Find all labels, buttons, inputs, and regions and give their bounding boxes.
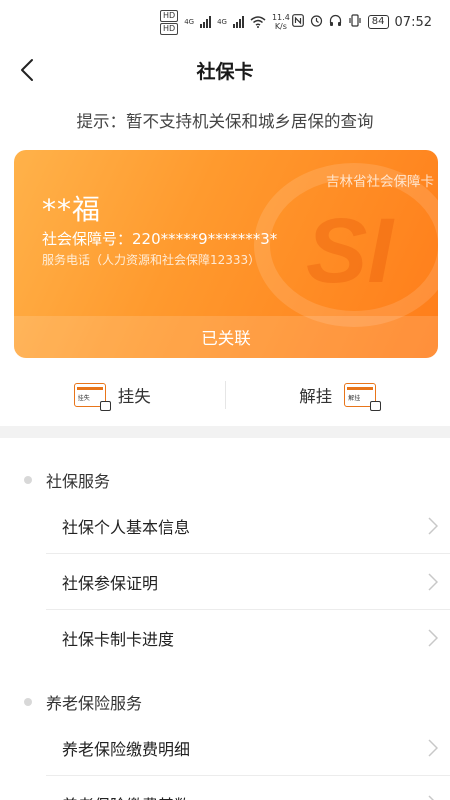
clock: 07:52	[394, 14, 432, 30]
list-item-label: 养老保险缴费基数	[62, 792, 190, 800]
section-title: 社保服务	[46, 472, 111, 491]
chevron-right-icon	[428, 795, 435, 800]
card-actions: 挂失 挂失 解挂 解挂	[0, 368, 450, 422]
chevron-right-icon	[428, 739, 438, 757]
section-header-pension: 养老保险服务	[0, 682, 450, 722]
section-dot-icon	[24, 476, 32, 484]
social-security-card[interactable]: SI 吉林省社会保障卡 **福 社会保障号：220*****9*******3*…	[14, 150, 438, 358]
section-title: 养老保险服务	[46, 694, 143, 713]
card-link-status: 已关联	[14, 316, 438, 358]
report-loss-icon-text: 挂失	[77, 395, 90, 402]
sim2-hd-badge: HD	[160, 22, 179, 35]
app-header: 社保卡	[0, 44, 450, 96]
card-number-value: 220*****9*******3*	[132, 230, 278, 248]
nfc-icon	[291, 14, 304, 30]
report-loss-label: 挂失	[117, 387, 151, 406]
hint-text: 提示：暂不支持机关保和城乡居保的查询	[76, 112, 374, 131]
sim-indicators: HD HD	[160, 9, 179, 35]
card-service-phone: 服务电话（人力资源和社会保障12333）	[42, 253, 261, 267]
network-type-2: 4G	[217, 18, 227, 26]
section-header-social-security: 社保服务	[0, 460, 450, 500]
unfreeze-label: 解挂	[299, 387, 333, 406]
headphones-icon	[329, 14, 342, 30]
signal-2-icon	[232, 16, 244, 28]
list-item-pension-payment-details[interactable]: 养老保险缴费明细	[0, 720, 450, 776]
card-province: 吉林省社会保障卡	[326, 174, 434, 190]
network-type-1: 4G	[184, 18, 195, 26]
network-speed: 11.4 K/s	[272, 13, 290, 31]
report-loss-button[interactable]: 挂失 挂失	[0, 383, 225, 411]
network-speed-value: 11.4	[271, 13, 290, 22]
services-list: 社保服务 社保个人基本信息 社保参保证明 社保卡制卡进度 养老保险服务 养老保险…	[0, 438, 450, 800]
report-loss-icon: 挂失	[73, 383, 111, 411]
list-item-label: 社保参保证明	[62, 574, 159, 593]
unfreeze-icon: 解挂	[344, 383, 382, 411]
card-number: 社会保障号：220*****9*******3*	[42, 228, 277, 249]
list-item-insurance-certificate[interactable]: 社保参保证明	[0, 554, 450, 610]
chevron-right-icon	[428, 517, 438, 535]
status-bar-left: HD HD 4G 4G 11.4 K/s	[160, 9, 290, 35]
unfreeze-icon-text: 解挂	[348, 395, 361, 402]
cardholder-name: **福	[42, 193, 102, 226]
chevron-right-icon	[428, 629, 438, 647]
list-item-card-progress[interactable]: 社保卡制卡进度	[0, 610, 450, 666]
status-bar-right: 84 07:52	[291, 14, 432, 30]
sim1-hd-badge: HD	[160, 9, 179, 22]
section-dot-icon	[24, 698, 32, 706]
network-speed-unit: K/s	[274, 22, 287, 31]
page-title: 社保卡	[196, 61, 254, 83]
list-item-label: 社保卡制卡进度	[62, 630, 175, 649]
signal-1-icon	[200, 16, 212, 28]
chevron-right-icon	[428, 573, 438, 591]
list-item-personal-info[interactable]: 社保个人基本信息	[0, 498, 450, 554]
status-bar: HD HD 4G 4G 11.4 K/s 84 07:52	[0, 0, 450, 44]
alarm-icon	[310, 14, 323, 30]
wifi-icon	[250, 16, 266, 28]
card-number-label: 社会保障号：	[42, 230, 133, 248]
unfreeze-button[interactable]: 解挂 解挂	[226, 383, 450, 411]
list-item-label: 社保个人基本信息	[62, 518, 191, 537]
list-item-label: 养老保险缴费明细	[62, 740, 191, 759]
card-section: 提示：暂不支持机关保和城乡居保的查询 SI 吉林省社会保障卡 **福 社会保障号…	[0, 96, 450, 426]
battery-indicator: 84	[367, 15, 389, 29]
vibrate-icon	[348, 14, 362, 30]
svg-text:SI: SI	[306, 200, 395, 302]
list-item-pension-payment-base[interactable]: 养老保险缴费基数	[0, 776, 450, 800]
